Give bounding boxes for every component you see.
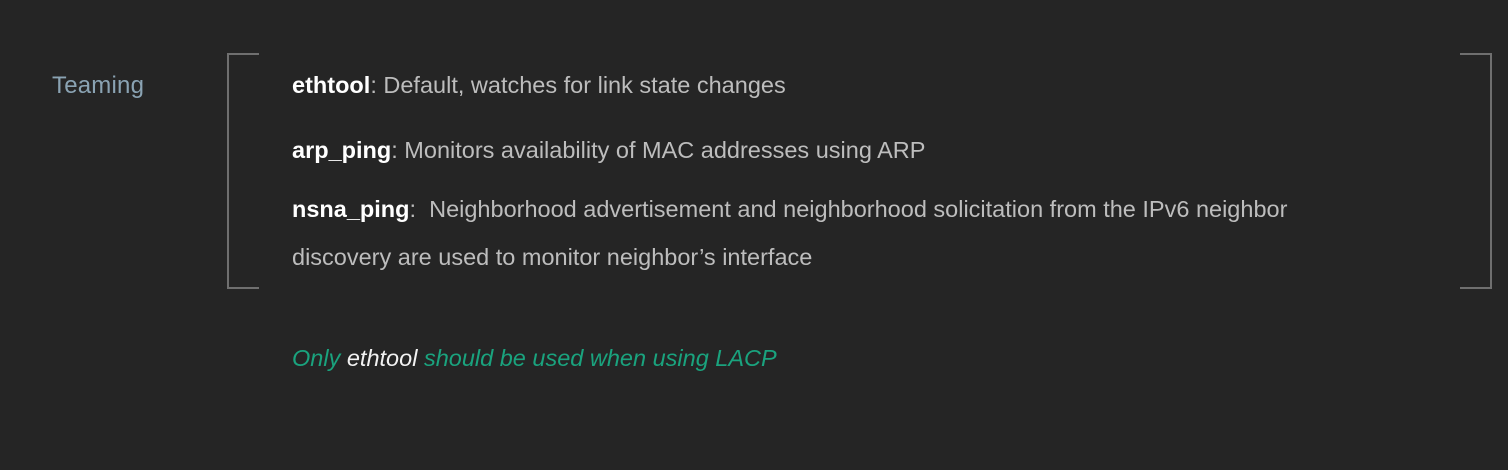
description-arp-ping: Monitors availability of MAC addresses u…	[397, 137, 926, 163]
description-nsna-ping-line1: Neighborhood advertisement and neighborh…	[416, 196, 1288, 222]
note-term: ethtool	[346, 345, 418, 371]
list-item-ethtool: ethtool: Default, watches for link state…	[292, 72, 786, 99]
list-item-nsna-ping-continued: discovery are used to monitor neighbor’s…	[292, 244, 812, 271]
lacp-note: Only ethtool should be used when using L…	[292, 345, 777, 372]
right-bracket	[1460, 53, 1492, 289]
list-item-arp-ping: arp_ping: Monitors availability of MAC a…	[292, 137, 925, 164]
list-item-nsna-ping: nsna_ping: Neighborhood advertisement an…	[292, 196, 1287, 223]
term-arp-ping: arp_ping	[292, 137, 392, 163]
note-suffix: should be used when using LACP	[417, 345, 777, 371]
description-ethtool: Default, watches for link state changes	[376, 72, 786, 98]
description-nsna-ping-line2: discovery are used to monitor neighbor’s…	[292, 244, 813, 270]
left-bracket	[227, 53, 259, 289]
term-ethtool: ethtool	[292, 72, 371, 98]
note-prefix: Only	[292, 345, 347, 371]
section-label: Teaming	[52, 72, 145, 99]
term-nsna-ping: nsna_ping	[292, 196, 410, 222]
